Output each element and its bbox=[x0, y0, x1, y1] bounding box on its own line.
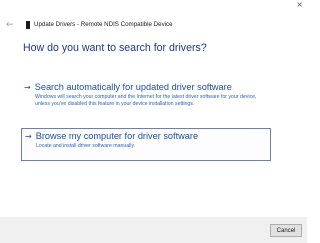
cancel-button[interactable]: Cancel bbox=[270, 224, 302, 237]
arrow-right-icon: → bbox=[25, 132, 32, 141]
arrow-right-icon: → bbox=[24, 83, 31, 92]
close-icon[interactable]: × bbox=[296, 0, 303, 10]
search-automatically-option[interactable]: → Search automatically for updated drive… bbox=[21, 80, 271, 116]
page-heading: How do you want to search for drivers? bbox=[23, 42, 207, 54]
dialog-footer: Cancel bbox=[0, 217, 307, 243]
back-arrow-icon[interactable]: ← bbox=[6, 20, 14, 30]
option-title: Search automatically for updated driver … bbox=[34, 82, 232, 92]
option-description: Locate and install driver software manua… bbox=[36, 143, 136, 149]
device-icon bbox=[26, 21, 30, 29]
window-title: Update Drivers - Remote NDIS Compatible … bbox=[34, 21, 173, 28]
browse-computer-option[interactable]: → Browse my computer for driver software… bbox=[21, 128, 271, 161]
option-description: Windows will search your computer and th… bbox=[35, 94, 257, 107]
option-title: Browse my computer for driver software bbox=[35, 131, 199, 141]
